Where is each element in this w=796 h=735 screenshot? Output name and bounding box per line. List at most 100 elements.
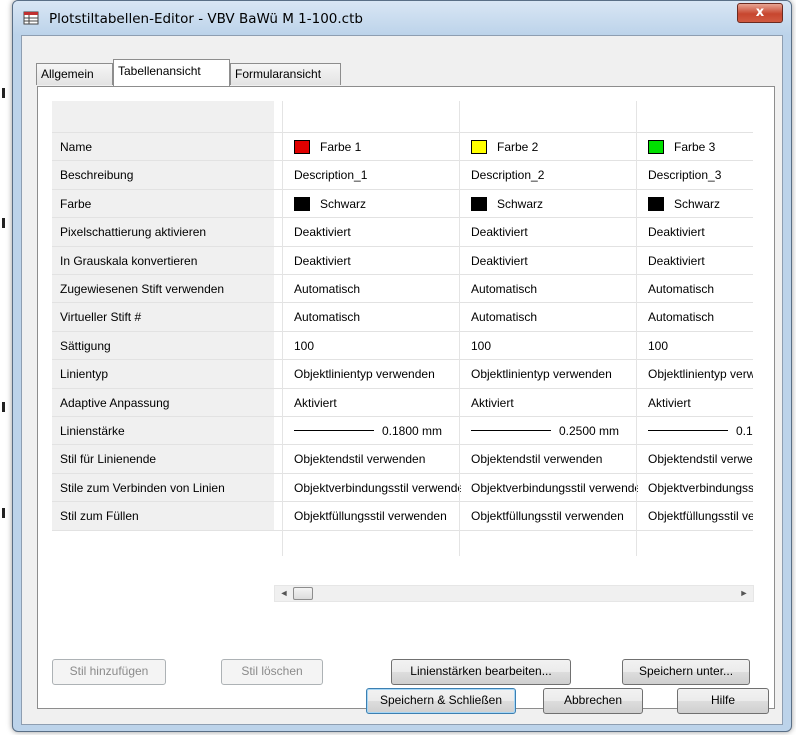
table-cell[interactable]: Automatisch <box>638 275 753 303</box>
scroll-right-icon[interactable]: ► <box>736 586 752 601</box>
table-cell[interactable]: Objektverbindungsstil verwenden <box>284 474 461 502</box>
scroll-thumb[interactable] <box>293 587 313 600</box>
row-label: Stil für Linienende <box>52 445 274 474</box>
table-row: Linientyp Objektlinientyp verwenden Objekt… <box>52 360 753 389</box>
grid-line <box>52 160 753 162</box>
table-cell[interactable]: Objektfüllungsstil verwenden <box>461 502 638 530</box>
table-cell[interactable]: Deaktiviert <box>284 218 461 246</box>
grid-line <box>52 472 753 474</box>
table-row: Sättigung 100 100 100 <box>52 331 753 360</box>
cell-value: Objektfüllungsstil verwenden <box>294 509 447 524</box>
table-cell[interactable]: Schwarz <box>461 190 638 218</box>
table-cell[interactable]: Automatisch <box>284 275 461 303</box>
table-cell[interactable]: Schwarz <box>284 190 461 218</box>
table-cell[interactable]: Farbe 1 <box>284 133 461 161</box>
table-cell[interactable]: Objektlinientyp verwenden <box>461 360 638 388</box>
cancel-button[interactable]: Abbrechen <box>543 688 643 714</box>
table-cell[interactable]: Objektlinientyp verwenden <box>638 360 753 388</box>
table-cell[interactable]: Automatisch <box>461 275 638 303</box>
cell-value: Deaktiviert <box>294 225 351 240</box>
background-mark <box>2 218 5 228</box>
header-row-label <box>52 101 274 133</box>
table-cell[interactable]: 100 <box>461 332 638 360</box>
grid-line <box>52 132 753 133</box>
table-cell[interactable]: Deaktiviert <box>461 218 638 246</box>
table-cell[interactable]: Description_2 <box>461 161 638 189</box>
tab-allgemein[interactable]: Allgemein <box>36 63 113 85</box>
table-cell[interactable]: Aktiviert <box>284 389 461 417</box>
cell-value: Automatisch <box>648 282 715 296</box>
help-button[interactable]: Hilfe <box>677 688 769 714</box>
cell-value: 100 <box>294 338 315 353</box>
title-bar[interactable]: Plotstiltabellen-Editor - VBV BaWü M 1-1… <box>13 1 791 35</box>
edit-lineweights-button[interactable]: Linienstärken bearbeiten... <box>391 659 571 685</box>
table-cell[interactable]: Automatisch <box>638 303 753 331</box>
cell-value: 100 <box>648 338 669 353</box>
table-cell[interactable]: 0.1800 mm <box>638 417 753 445</box>
table-cell[interactable]: Deaktiviert <box>461 247 638 275</box>
table-row: Zugewiesenen Stift verwenden Automatisch A… <box>52 275 753 303</box>
cell-value: Objektfüllungsstil verwenden <box>471 509 624 524</box>
horizontal-scrollbar[interactable]: ◄ ► <box>274 585 754 602</box>
table-cell[interactable]: Aktiviert <box>461 389 638 417</box>
grid-line <box>52 245 753 247</box>
table-cell[interactable]: Description_1 <box>284 161 461 189</box>
close-button[interactable]: x <box>737 3 783 23</box>
grid-line <box>52 274 753 275</box>
table-editor-icon <box>23 11 39 25</box>
table-row: Adaptive Anpassung Aktiviert Aktiviert Akti… <box>52 388 753 417</box>
color-swatch <box>471 139 487 154</box>
cell-value: Deaktiviert <box>648 225 705 240</box>
table-cell[interactable]: Objektendstil verwenden <box>638 445 753 473</box>
table-cell[interactable]: 0.2500 mm <box>461 417 638 445</box>
lineweight-preview <box>294 430 374 432</box>
cell-value: Farbe 1 <box>320 140 362 154</box>
row-label: Linientyp <box>52 360 274 389</box>
table-cell[interactable]: Deaktiviert <box>638 247 753 275</box>
grid-line <box>52 387 753 389</box>
grid-line <box>52 188 753 190</box>
table-cell[interactable]: Aktiviert <box>638 389 753 417</box>
grid-line <box>52 416 753 417</box>
save-as-button[interactable]: Speichern unter... <box>622 659 750 685</box>
row-label: Beschreibung <box>52 161 274 190</box>
tab-formularansicht[interactable]: Formularansicht <box>230 63 341 85</box>
cell-value: Objektendstil verwenden <box>294 452 426 467</box>
table-cell[interactable]: Automatisch <box>284 303 461 331</box>
cell-value: Automatisch <box>294 310 361 325</box>
table-cell[interactable]: Objektendstil verwenden <box>284 445 461 473</box>
table-cell[interactable]: Objektlinientyp verwenden <box>284 360 461 388</box>
table-cell[interactable]: Automatisch <box>461 303 638 331</box>
grid-line <box>52 444 753 446</box>
table-cell[interactable]: 100 <box>638 332 753 360</box>
table-cell[interactable]: Objektfüllungsstil verwenden <box>284 502 461 530</box>
grid-line <box>282 101 283 556</box>
table-cell[interactable]: Schwarz <box>638 190 753 218</box>
add-style-button[interactable]: Stil hinzufügen <box>52 659 166 685</box>
table-cell[interactable]: Objektendstil verwenden <box>461 445 638 473</box>
color-swatch <box>648 196 664 211</box>
table-cell[interactable]: Deaktiviert <box>284 247 461 275</box>
style-table-grid[interactable]: Name Farbe 1 Farbe 2 Farbe 3 Beschreibung Des… <box>52 101 753 571</box>
table-cell[interactable]: 100 <box>284 332 461 360</box>
save-close-button[interactable]: Speichern & Schließen <box>366 688 516 714</box>
table-cell[interactable]: Deaktiviert <box>638 218 753 246</box>
table-cell[interactable]: 0.1800 mm <box>284 417 461 445</box>
tab-tabellenansicht[interactable]: Tabellenansicht <box>113 59 230 86</box>
table-cell[interactable]: Farbe 3 <box>638 133 753 161</box>
cell-value: 0.2500 mm <box>559 424 620 438</box>
cell-value: Automatisch <box>471 282 538 296</box>
color-swatch <box>294 139 310 154</box>
table-cell[interactable]: Description_3 <box>638 161 753 189</box>
table-cell[interactable]: Farbe 2 <box>461 133 638 161</box>
scroll-left-icon[interactable]: ◄ <box>276 586 292 601</box>
table-cell[interactable]: Objektverbindungsstil verwenden <box>638 474 753 502</box>
table-row: Linienstärke 0.1800 mm 0.2500 mm 0.1800 mm <box>52 417 753 445</box>
row-label: Virtueller Stift # <box>52 303 274 332</box>
cell-value: Objektlinientyp verwenden <box>471 367 612 382</box>
table-cell[interactable]: Objektfüllungsstil verwenden <box>638 502 753 530</box>
cell-value: Objektverbindungsstil verwenden <box>294 480 461 495</box>
delete-style-button[interactable]: Stil löschen <box>221 659 323 685</box>
table-cell[interactable]: Objektverbindungsstil verwenden <box>461 474 638 502</box>
lineweight-preview <box>648 430 728 432</box>
